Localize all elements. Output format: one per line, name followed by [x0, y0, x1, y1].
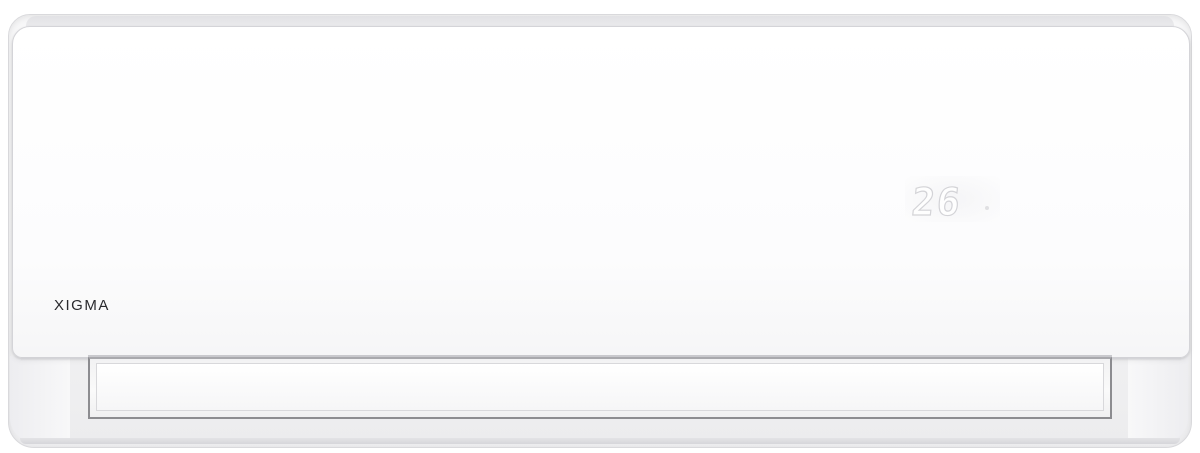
air-conditioner-scene: 26 XIGMA	[0, 0, 1200, 453]
brand-logo: XIGMA	[54, 297, 110, 314]
ac-bottom-edge	[20, 438, 1180, 444]
air-louver-inner	[96, 363, 1104, 411]
temperature-display: 26	[909, 179, 965, 224]
ac-side-left	[10, 356, 70, 442]
ac-front-panel	[12, 26, 1190, 361]
air-louver	[88, 357, 1112, 419]
ac-side-right	[1128, 356, 1188, 442]
sensor-icon	[985, 206, 989, 210]
